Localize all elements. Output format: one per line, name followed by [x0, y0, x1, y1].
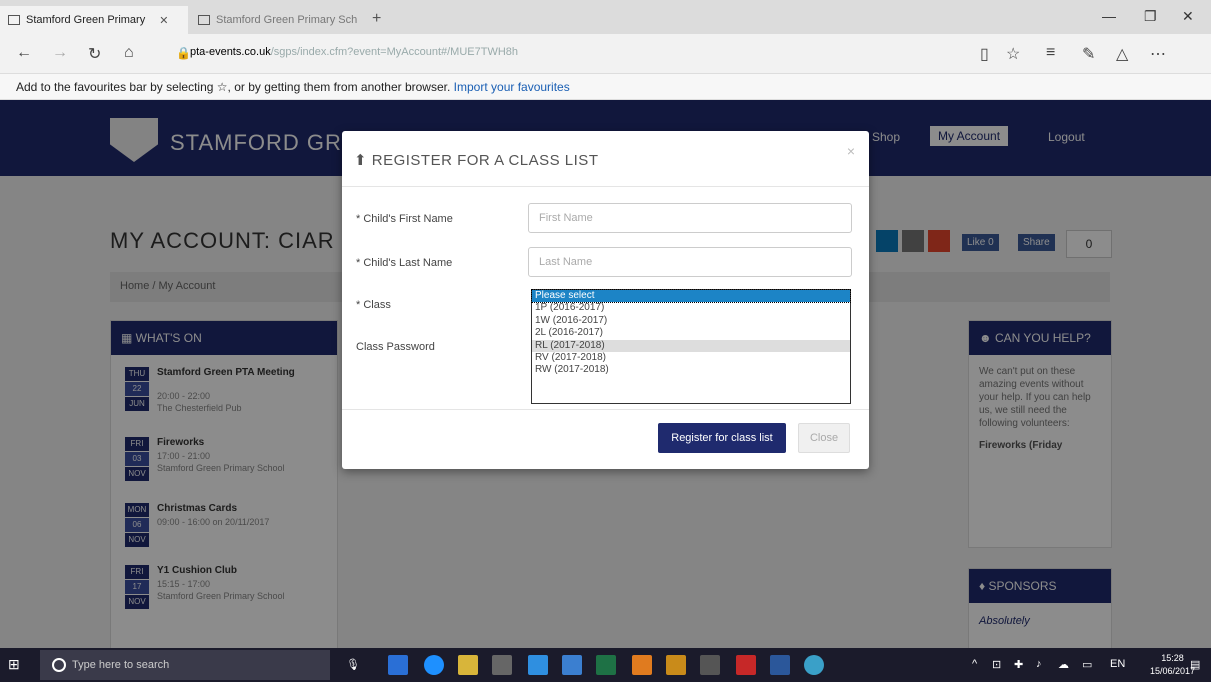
task-view-icon[interactable]: [388, 655, 408, 675]
more-icon[interactable]: ⋯: [1150, 44, 1166, 64]
page-icon: [198, 15, 210, 25]
network-icon[interactable]: ⊡: [992, 658, 1001, 671]
file-explorer-icon[interactable]: [458, 655, 478, 675]
store-icon[interactable]: [492, 655, 512, 675]
refresh-icon[interactable]: ↻: [88, 44, 101, 64]
modal-close-icon[interactable]: ×: [847, 143, 855, 159]
paint-icon[interactable]: [666, 655, 686, 675]
class-option[interactable]: 1P (2016-2017): [532, 302, 850, 314]
share-icon[interactable]: △: [1116, 44, 1128, 64]
maximize-icon[interactable]: ❐: [1144, 8, 1157, 25]
window-close-icon[interactable]: ✕: [1182, 8, 1194, 25]
tab-label: Stamford Green Primary: [26, 14, 146, 26]
favourites-hint: Add to the favourites bar by selecting ☆…: [16, 80, 451, 94]
tab-stamford-green-1[interactable]: Stamford Green Primary ✕: [0, 6, 188, 34]
browser-tab-bar: Stamford Green Primary ✕ Stamford Green …: [0, 0, 1211, 34]
class-option[interactable]: RV (2017-2018): [532, 352, 850, 364]
import-favourites-link[interactable]: Import your favourites: [454, 80, 570, 94]
volume-icon[interactable]: ♪: [1036, 658, 1042, 670]
class-select-dropdown[interactable]: Please select 1P (2016-2017) 1W (2016-20…: [531, 288, 851, 404]
class-option[interactable]: RL (2017-2018): [532, 339, 850, 352]
class-option[interactable]: Please select: [531, 288, 851, 304]
page-icon: [8, 15, 20, 25]
close-icon[interactable]: ✕: [159, 14, 168, 27]
onedrive-icon[interactable]: ☁: [1058, 658, 1069, 671]
class-option[interactable]: RW (2017-2018): [532, 364, 850, 376]
device-icon[interactable]: ✚: [1014, 658, 1023, 671]
cortana-icon: [52, 658, 66, 672]
hub-icon[interactable]: ≡: [1046, 44, 1055, 62]
ie-icon[interactable]: [528, 655, 548, 675]
tab-stamford-green-2[interactable]: Stamford Green Primary Sch: [190, 6, 366, 34]
acrobat-icon[interactable]: [736, 655, 756, 675]
mail-icon[interactable]: [562, 655, 582, 675]
microphone-icon[interactable]: 🎙: [346, 658, 360, 671]
home-icon[interactable]: ⌂: [124, 44, 134, 62]
clock-time: 15:28: [1161, 653, 1184, 663]
last-name-input[interactable]: Last Name: [528, 247, 852, 277]
lock-icon: 🔒: [176, 46, 191, 60]
new-tab-button[interactable]: +: [372, 10, 381, 28]
edge-icon[interactable]: [424, 655, 444, 675]
register-class-list-modal: ⬆ REGISTER FOR A CLASS LIST × * Child's …: [342, 131, 869, 469]
class-password-label: Class Password: [356, 341, 435, 353]
search-placeholder: Type here to search: [72, 659, 170, 671]
forward-icon[interactable]: →: [52, 44, 68, 62]
divider: [342, 409, 869, 410]
class-label: * Class: [356, 299, 391, 311]
url-input[interactable]: pta-events.co.uk/sgps/index.cfm?event=My…: [190, 46, 880, 58]
url-path: /sgps/index.cfm?event=MyAccount#/MUE7TWH…: [270, 46, 519, 58]
notifications-icon[interactable]: ▤: [1190, 658, 1200, 671]
chrome-icon[interactable]: [804, 655, 824, 675]
divider: [342, 186, 869, 187]
language-icon[interactable]: EN: [1110, 658, 1125, 670]
clock-date: 15/06/2017: [1150, 666, 1196, 676]
register-button[interactable]: Register for class list: [658, 423, 786, 453]
close-button[interactable]: Close: [798, 423, 850, 453]
photos-icon[interactable]: [700, 655, 720, 675]
modal-title: ⬆ REGISTER FOR A CLASS LIST: [354, 152, 599, 169]
modal-title-text: REGISTER FOR A CLASS LIST: [371, 152, 599, 169]
first-name-input[interactable]: First Name: [528, 203, 852, 233]
class-option[interactable]: 1W (2016-2017): [532, 315, 850, 327]
minimize-icon[interactable]: —: [1102, 8, 1116, 24]
tray-chevron-icon[interactable]: ^: [972, 658, 977, 670]
address-bar: ← → ↻ ⌂ 🔒 pta-events.co.uk/sgps/index.cf…: [0, 34, 1211, 74]
url-host: pta-events.co.uk: [190, 46, 271, 58]
windows-taskbar: ⊞ Type here to search 🎙 ^ ⊡ ✚ ♪ ☁ ▭ EN 1…: [0, 648, 1211, 682]
first-name-label: * Child's First Name: [356, 213, 453, 225]
taskbar-search-input[interactable]: Type here to search: [40, 650, 330, 680]
favourites-bar: Add to the favourites bar by selecting ☆…: [0, 74, 1211, 100]
windows-start-icon[interactable]: ⊞: [8, 656, 26, 674]
app-icon[interactable]: [632, 655, 652, 675]
back-icon[interactable]: ←: [16, 44, 32, 62]
keyboard-icon[interactable]: ▭: [1082, 658, 1092, 671]
taskbar-clock[interactable]: 15:28 15/06/2017: [1150, 652, 1195, 678]
favorite-star-icon[interactable]: ☆: [1006, 44, 1020, 64]
excel-icon[interactable]: [596, 655, 616, 675]
word-icon[interactable]: [770, 655, 790, 675]
last-name-label: * Child's Last Name: [356, 257, 453, 269]
reading-view-icon[interactable]: ▯: [980, 44, 989, 64]
tab-label: Stamford Green Primary Sch: [216, 14, 358, 26]
class-option[interactable]: 2L (2016-2017): [532, 327, 850, 339]
web-note-icon[interactable]: ✎: [1082, 44, 1095, 64]
